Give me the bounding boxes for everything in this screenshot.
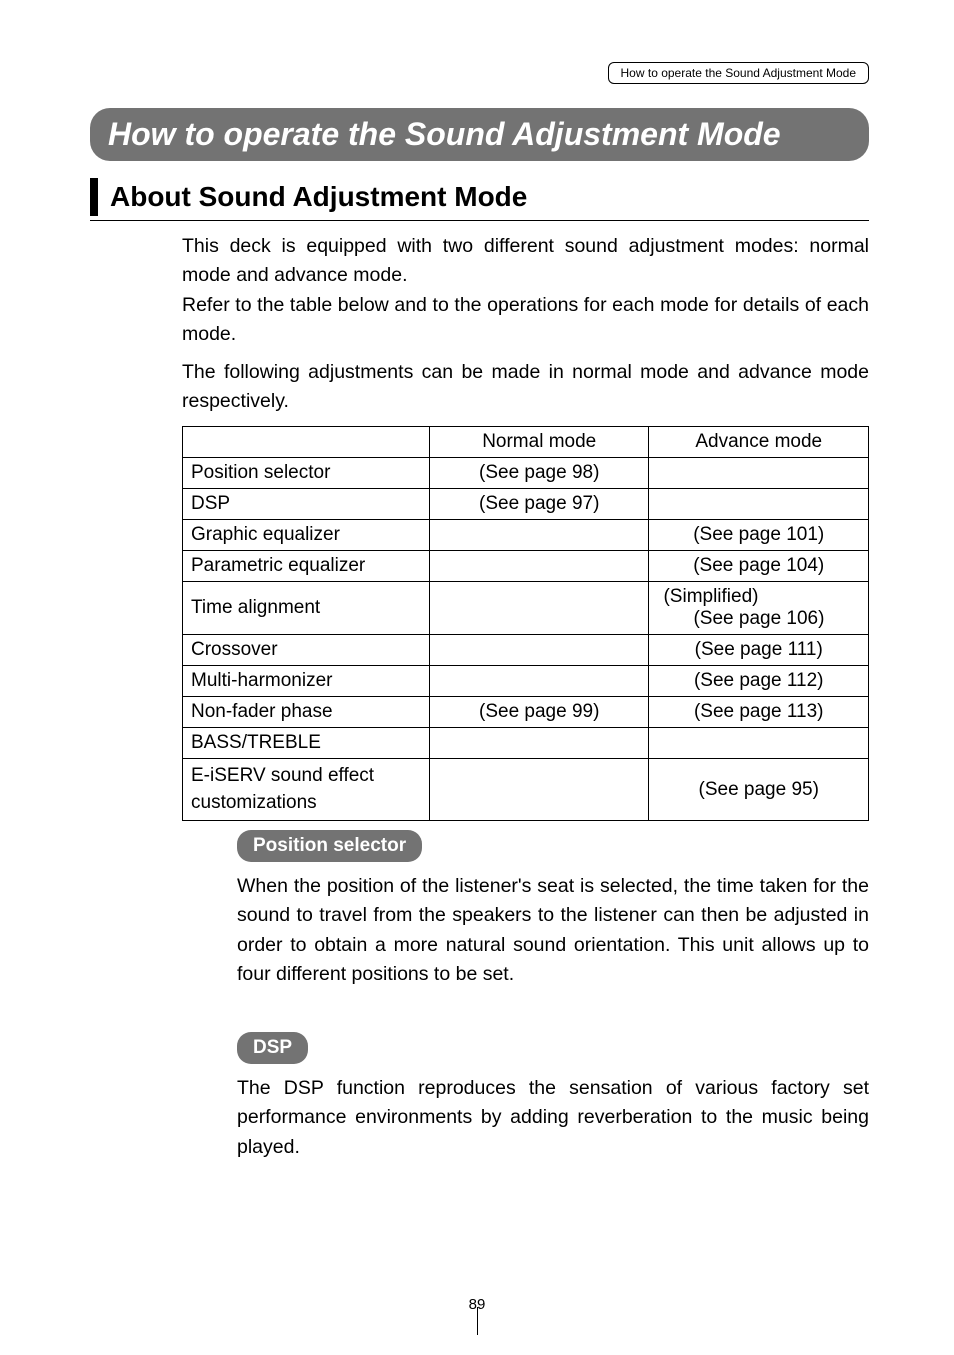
table-row: BASS/TREBLE: [183, 728, 869, 759]
page-tick: [477, 1307, 478, 1335]
cell-advance: (See page 104): [649, 551, 869, 582]
table-row: Position selector (See page 98): [183, 458, 869, 489]
table-row: Non-fader phase (See page 99) (See page …: [183, 697, 869, 728]
table-row: E-iSERV sound effect customizations (See…: [183, 759, 869, 821]
cell-label: Multi-harmonizer: [183, 666, 430, 697]
cell-advance: (See page 101): [649, 520, 869, 551]
table-row: Crossover (See page 111): [183, 635, 869, 666]
cell-label: DSP: [183, 489, 430, 520]
th-advance-mode: Advance mode: [649, 427, 869, 458]
intro-paragraphs: This deck is equipped with two different…: [182, 232, 869, 349]
cell-label: Position selector: [183, 458, 430, 489]
pill-position-selector: Position selector: [237, 830, 422, 862]
cell-label: BASS/TREBLE: [183, 728, 430, 759]
cell-label: Graphic equalizer: [183, 520, 430, 551]
cell-advance-line1: (Simplified): [663, 586, 860, 608]
dsp-heading: DSP: [237, 1032, 308, 1064]
pill-dsp: DSP: [237, 1032, 308, 1064]
intro-p1: This deck is equipped with two different…: [182, 232, 869, 291]
table-row: Time alignment (Simplified) (See page 10…: [183, 582, 869, 635]
heading-bar: [90, 178, 98, 216]
position-selector-body: When the position of the listener's seat…: [237, 872, 869, 989]
th-empty: [183, 427, 430, 458]
section-underline: [90, 220, 869, 221]
cell-label: Non-fader phase: [183, 697, 430, 728]
cell-advance: (See page 111): [649, 635, 869, 666]
cell-normal: (See page 97): [429, 489, 649, 520]
cell-normal: [429, 520, 649, 551]
cell-advance: (See page 112): [649, 666, 869, 697]
cell-label: Parametric equalizer: [183, 551, 430, 582]
cell-normal: (See page 98): [429, 458, 649, 489]
th-normal-mode: Normal mode: [429, 427, 649, 458]
section-heading-text: About Sound Adjustment Mode: [110, 181, 527, 213]
cell-normal: [429, 635, 649, 666]
position-selector-heading: Position selector: [237, 830, 422, 862]
cell-label: E-iSERV sound effect customizations: [183, 759, 430, 821]
adjustment-table: Normal mode Advance mode Position select…: [182, 426, 869, 821]
table-row: Parametric equalizer (See page 104): [183, 551, 869, 582]
cell-advance: (Simplified) (See page 106): [649, 582, 869, 635]
breadcrumb: How to operate the Sound Adjustment Mode: [608, 62, 869, 84]
table-row: Multi-harmonizer (See page 112): [183, 666, 869, 697]
cell-normal: [429, 759, 649, 821]
intro-p3: The following adjustments can be made in…: [182, 358, 869, 417]
cell-advance: (See page 95): [649, 759, 869, 821]
cell-normal: [429, 666, 649, 697]
table-row: Graphic equalizer (See page 101): [183, 520, 869, 551]
cell-advance: [649, 728, 869, 759]
cell-label: Time alignment: [183, 582, 430, 635]
cell-advance: [649, 489, 869, 520]
cell-normal: [429, 582, 649, 635]
cell-label: Crossover: [183, 635, 430, 666]
cell-normal: [429, 551, 649, 582]
intro-p2: Refer to the table below and to the oper…: [182, 291, 869, 350]
section-heading: About Sound Adjustment Mode: [90, 178, 527, 216]
intro-p3-block: The following adjustments can be made in…: [182, 358, 869, 417]
dsp-body: The DSP function reproduces the sensatio…: [237, 1074, 869, 1162]
cell-advance: [649, 458, 869, 489]
cell-normal: [429, 728, 649, 759]
table-header-row: Normal mode Advance mode: [183, 427, 869, 458]
cell-advance: (See page 113): [649, 697, 869, 728]
table-row: DSP (See page 97): [183, 489, 869, 520]
cell-normal: (See page 99): [429, 697, 649, 728]
cell-advance-line2: (See page 106): [663, 608, 860, 630]
page-title-banner: How to operate the Sound Adjustment Mode: [90, 108, 869, 161]
